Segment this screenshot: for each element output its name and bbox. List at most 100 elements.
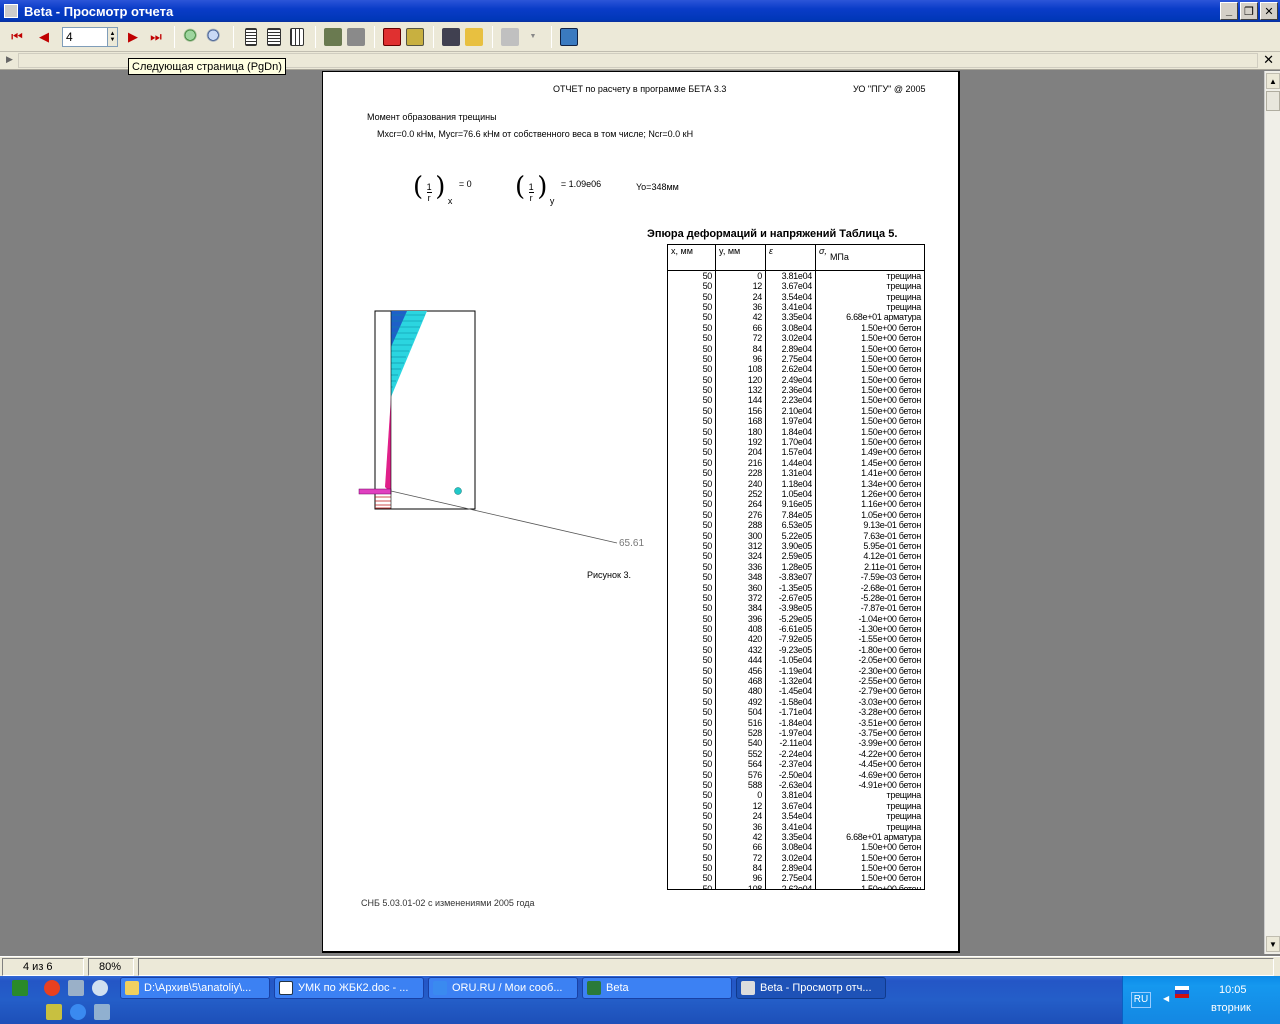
table-row: 50 276 7.84e05 1.05e+00 бетон	[667, 509, 925, 520]
refresh-icon[interactable]	[381, 26, 403, 48]
table-cell: 336	[715, 561, 766, 572]
table-cell: 6.68e+01 арматура	[815, 831, 925, 843]
chevron-down-icon[interactable]: ▼	[522, 26, 544, 48]
page-number-input[interactable]: 4	[62, 26, 108, 47]
table-cell: 1.97e04	[765, 416, 816, 427]
curvature-x: ( 1r ) x = 0	[413, 172, 472, 206]
table-row: 50 504 -1.71e04 -3.28e+00 бетон	[667, 707, 925, 718]
table-row: 50 0 3.81e04 трещина	[667, 790, 925, 801]
table-cell: 192	[715, 436, 766, 448]
table-cell: 1.44e04	[765, 457, 816, 469]
task-beta[interactable]: Beta	[582, 977, 732, 999]
table-cell: 1.50e+00 бетон	[815, 332, 925, 344]
moment-title: Момент образования трещины	[367, 112, 497, 122]
task-browser[interactable]: ORU.RU / Мои сооб...	[428, 977, 578, 999]
tray-arrow-icon[interactable]: ◀	[1163, 994, 1169, 1003]
multi-page-icon[interactable]	[286, 26, 308, 48]
report-viewer[interactable]: ОТЧЕТ по расчету в программе БЕТА 3.3 УО…	[0, 71, 1264, 954]
vertical-scrollbar[interactable]: ▲ ▼	[1264, 71, 1280, 954]
media-icon[interactable]	[92, 980, 108, 996]
last-page-icon[interactable]: ⏭	[145, 26, 167, 48]
table-cell: -5.28e-01 бетон	[815, 592, 925, 604]
compression-zone	[385, 397, 391, 493]
table-row: 50 336 1.28e05 2.11e-01 бетон	[667, 561, 925, 572]
table-cell: 312	[715, 540, 766, 552]
table-cell: 50	[667, 291, 716, 302]
browser-icon[interactable]	[44, 980, 60, 996]
ie-icon[interactable]	[70, 1004, 86, 1020]
table-cell: 50	[667, 810, 716, 822]
table-row: 50 300 5.22e05 7.63e-01 бетон	[667, 530, 925, 541]
edit-icon[interactable]	[404, 26, 426, 48]
table-cell: 3.67e04	[765, 800, 816, 811]
print-icon[interactable]	[345, 26, 367, 48]
task-word[interactable]: УМК по ЖБК2.doc - ...	[274, 977, 424, 999]
next-page-icon[interactable]: ▶	[122, 26, 144, 48]
table-cell: 0	[715, 270, 766, 281]
page-spinner[interactable]: ▲ ▼	[108, 26, 118, 47]
table-cell: -1.45e04	[765, 686, 816, 697]
table-cell: 1.57e04	[765, 447, 816, 458]
table-cell: -1.19e04	[765, 665, 816, 676]
table-cell: 50	[667, 270, 716, 281]
tool-icon[interactable]	[68, 980, 84, 996]
flag-icon	[1175, 986, 1189, 998]
table-cell: 50	[667, 696, 716, 708]
one-page-icon[interactable]	[240, 26, 262, 48]
table-cell: 50	[667, 800, 716, 811]
restore-button[interactable]: ❐	[1240, 2, 1258, 20]
table-cell: -1.35e05	[765, 582, 816, 593]
table-cell: 50	[667, 281, 716, 292]
prev-page-icon[interactable]: ◀	[33, 26, 55, 48]
print-setup-icon[interactable]	[322, 26, 344, 48]
page-width-icon[interactable]	[263, 26, 285, 48]
task-beta-viewer[interactable]: Beta - Просмотр отч...	[736, 977, 886, 999]
scroll-thumb[interactable]	[1266, 91, 1280, 111]
save-icon[interactable]	[440, 26, 462, 48]
table-cell: трещина	[815, 301, 925, 313]
open-folder-icon[interactable]	[463, 26, 485, 48]
minimize-button[interactable]: _	[1220, 2, 1238, 20]
table-cell: 50	[667, 571, 716, 583]
scroll-up-icon[interactable]: ▲	[1266, 73, 1280, 89]
table-cell: -2.11e04	[765, 738, 816, 749]
start-icon[interactable]	[12, 980, 28, 996]
desktop-icon[interactable]	[94, 1004, 110, 1020]
quicklaunch-icon[interactable]	[46, 1004, 62, 1020]
toolbar-separator	[233, 25, 234, 48]
title-bar[interactable]: Beta - Просмотр отчета _ ❐ ✕	[0, 0, 1280, 22]
scroll-down-icon[interactable]: ▼	[1266, 936, 1280, 952]
zoom-in-icon[interactable]	[181, 26, 203, 48]
table-cell: -1.04e+00 бетон	[815, 613, 925, 624]
table-cell: 50	[667, 457, 716, 469]
table-cell: 564	[715, 758, 766, 770]
send-mail-icon[interactable]	[499, 26, 521, 48]
task-folder[interactable]: D:\Архив\5\anatoliy\...	[120, 977, 270, 999]
table-cell: 50	[667, 530, 716, 541]
table-cell: 50	[667, 655, 716, 666]
table-cell: -3.28e+00 бетон	[815, 707, 925, 718]
neutral-axis-y0: Yo=348мм	[636, 182, 679, 192]
table-row: 50 288 6.53e05 9.13e-01 бетон	[667, 519, 925, 531]
figure-value: 65.61	[619, 538, 645, 549]
first-page-icon[interactable]: ⏮	[6, 26, 28, 48]
expand-arrow-icon[interactable]: ▶	[6, 54, 13, 65]
exit-icon[interactable]	[558, 26, 580, 48]
table-cell: 384	[715, 603, 766, 614]
table-row: 50 132 2.36e04 1.50e+00 бетон	[667, 384, 925, 396]
zoom-out-icon[interactable]	[204, 26, 226, 48]
table-cell: 2.36e04	[765, 384, 816, 396]
table-cell: 2.89e04	[765, 343, 816, 354]
tooltip: Следующая страница (PgDn)	[128, 58, 286, 75]
language-indicator[interactable]: RU	[1131, 992, 1151, 1008]
close-button[interactable]: ✕	[1260, 2, 1278, 20]
table-cell: 3.67e04	[765, 281, 816, 292]
table-cell: 372	[715, 592, 766, 604]
close-icon[interactable]: ✕	[1263, 52, 1274, 68]
clock-time[interactable]: 10:05	[1219, 984, 1247, 996]
app-icon[interactable]	[4, 4, 18, 18]
table-cell: 50	[667, 758, 716, 770]
stress-strain-table: x, мм y, мм ε σ,МПа 50 0 3.81e04 трещина 50 1…	[667, 244, 925, 890]
status-bar: 4 из 6 80%	[0, 956, 1280, 976]
table-cell: -3.75e+00 бетон	[815, 727, 925, 739]
